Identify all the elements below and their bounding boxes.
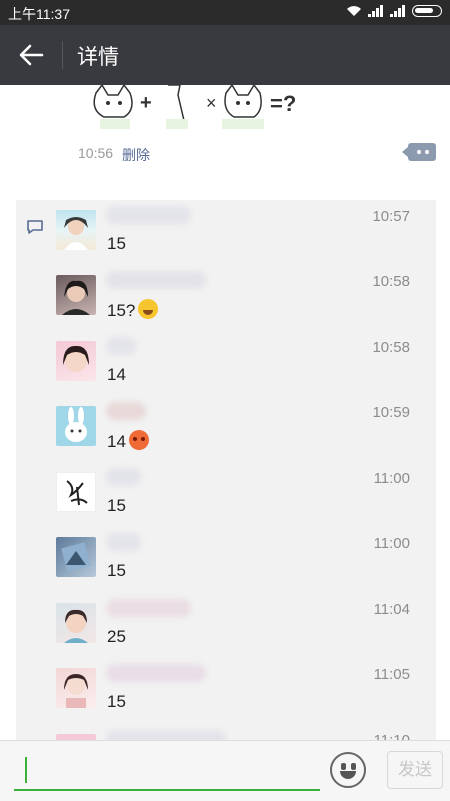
comment-time: 10:59 [372,404,410,421]
commenter-name[interactable] [106,337,136,355]
avatar[interactable] [56,275,96,315]
comment-time: 11:04 [373,601,410,618]
comment-text: 15 [107,496,126,515]
wifi-icon [347,6,361,16]
text-cursor [25,757,27,783]
more-actions-icon[interactable] [402,143,436,161]
commenter-name[interactable] [106,402,146,420]
avatar[interactable] [56,406,96,446]
comment-text: 14 [107,365,126,384]
comment-row: 15 11:00 [56,462,426,528]
avatar[interactable] [56,472,96,512]
comment-row: 14 10:58 [56,331,426,397]
svg-text:×: × [206,93,217,113]
avatar[interactable] [56,537,96,577]
status-icons [346,5,442,17]
title-bar: 详情 [0,25,450,85]
comment-time: 10:57 [372,208,410,225]
status-bar: 上午11:37 [0,0,450,25]
comment-row: 14 10:59 [56,396,426,462]
avatar[interactable] [56,341,96,381]
comment-row: 25 11:04 [56,593,426,659]
comment-text: 25 [107,627,126,646]
signal-icon-2 [390,5,406,17]
status-time: 上午11:37 [8,6,70,22]
avatar[interactable] [56,668,96,708]
battery-icon [412,5,442,17]
comment-text: 15? [107,299,159,321]
emoji-icon[interactable] [330,752,366,788]
commenter-name[interactable] [106,206,191,224]
comment-time: 10:58 [372,273,410,290]
comment-text: 14 [107,430,149,452]
arrow-left-icon[interactable] [18,43,44,67]
avatar[interactable] [56,603,96,643]
title-divider [62,41,63,69]
comment-row: 15 10:57 [56,200,426,266]
post-image[interactable]: + × =? [88,85,318,130]
comment-input[interactable] [14,789,320,791]
post-time: 10:56 [78,145,114,161]
svg-text:=?: =? [270,91,296,116]
comment-row: 15 11:00 [56,527,426,593]
comment-icon [27,220,43,234]
page-title: 详情 [77,46,119,69]
comment-time: 11:05 [373,666,410,683]
comment-input-bar: 发送 [0,740,450,801]
comment-list: 15 10:57 15? 10:58 14 10:58 14 10:59 15 … [16,200,436,745]
comment-time: 11:00 [373,470,410,487]
comment-row: 15 11:05 [56,658,426,724]
angry-emoji-icon [128,430,149,450]
comment-time: 10:58 [372,339,410,356]
commenter-name[interactable] [106,533,141,551]
comment-text: 15 [107,234,126,253]
svg-text:+: + [140,92,152,114]
moment-post: + × =? 10:56 删除 [0,85,450,200]
laughing-emoji-icon [138,299,159,319]
comment-text: 15 [107,692,126,711]
avatar[interactable] [56,210,96,250]
delete-link[interactable]: 删除 [122,145,150,165]
commenter-name[interactable] [106,664,206,682]
comment-text: 15 [107,561,126,580]
commenter-name[interactable] [106,599,191,617]
signal-icon [368,5,384,17]
commenter-name[interactable] [106,271,206,289]
commenter-name[interactable] [106,468,141,486]
comment-time: 11:00 [373,535,410,552]
comment-row: 15? 10:58 [56,265,426,331]
send-button[interactable]: 发送 [387,751,443,789]
